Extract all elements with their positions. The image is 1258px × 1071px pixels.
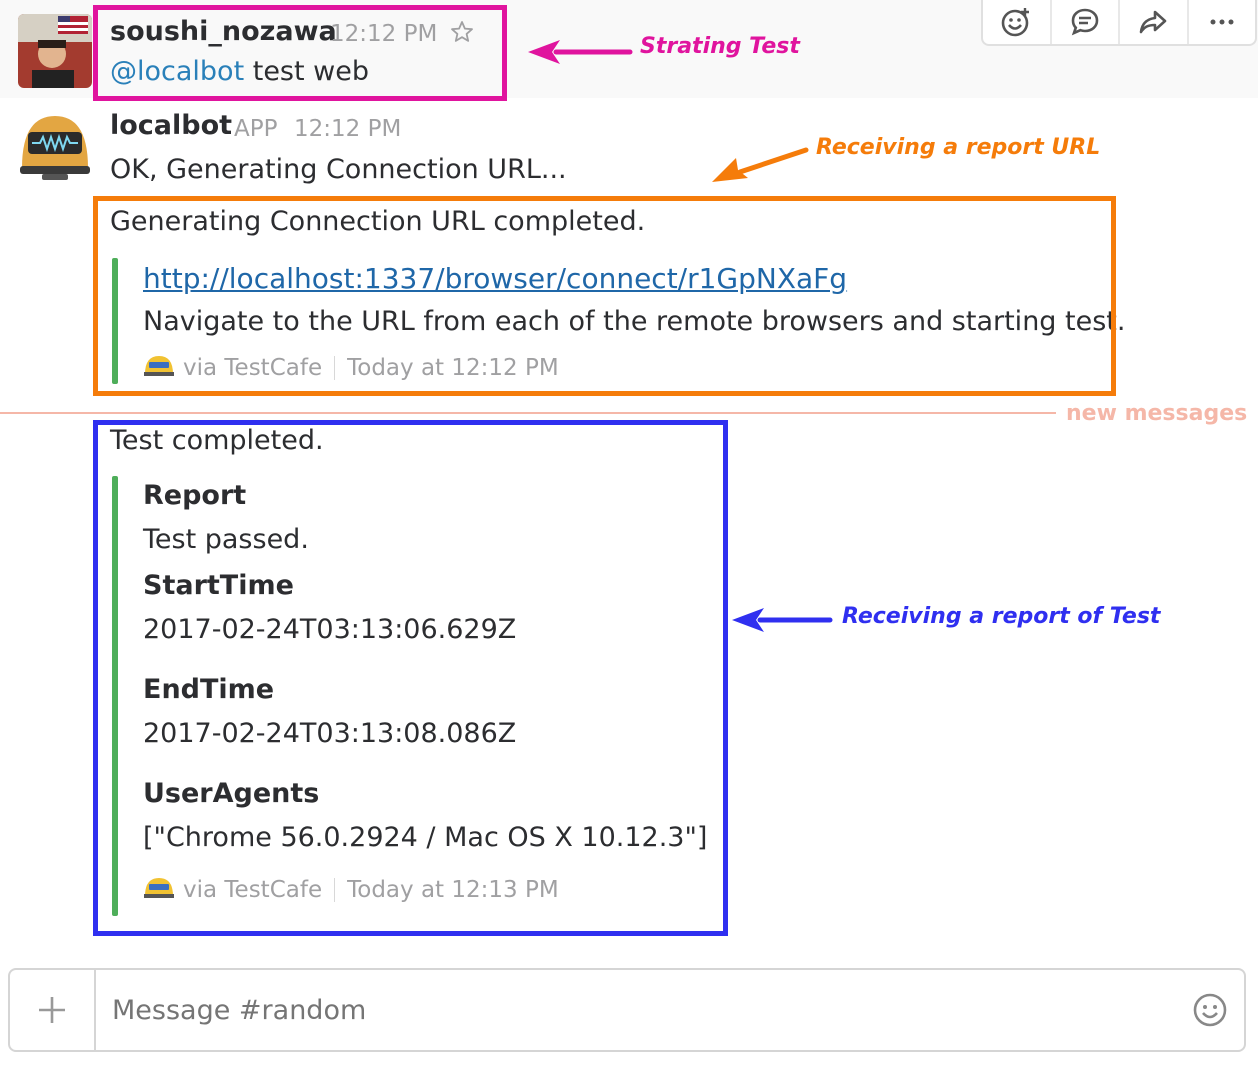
annotation-arrow-start [526, 36, 636, 72]
thread-icon[interactable] [1052, 0, 1120, 44]
new-messages-label: new messages [1066, 401, 1248, 426]
bot-message-time[interactable]: 12:12 PM [294, 116, 401, 142]
user-avatar[interactable] [18, 14, 92, 88]
app-badge: APP [234, 116, 278, 142]
more-icon[interactable] [1189, 0, 1256, 44]
message-input[interactable] [110, 984, 1174, 1036]
new-messages-divider [0, 412, 1056, 414]
bot-author[interactable]: localbot [110, 110, 232, 141]
share-icon[interactable] [1120, 0, 1189, 44]
plus-icon[interactable] [10, 970, 96, 1050]
annotation-arrow-url [708, 140, 812, 192]
annotation-label-start: Strating Test [640, 34, 800, 59]
annotation-box-url [93, 196, 1116, 396]
bot-message-text: OK, Generating Connection URL... [110, 154, 567, 185]
add-reaction-icon[interactable] [983, 0, 1052, 44]
annotation-box-report [93, 420, 728, 936]
message-actions-toolbar [981, 0, 1257, 46]
annotation-label-url: Receiving a report URL [816, 135, 1101, 160]
emoji-icon[interactable] [1192, 992, 1228, 1032]
annotation-box-start [93, 5, 507, 101]
annotation-label-report: Receiving a report of Test [842, 604, 1161, 629]
annotation-arrow-report [730, 604, 834, 640]
bot-avatar[interactable] [18, 110, 92, 184]
message-composer [8, 968, 1246, 1052]
